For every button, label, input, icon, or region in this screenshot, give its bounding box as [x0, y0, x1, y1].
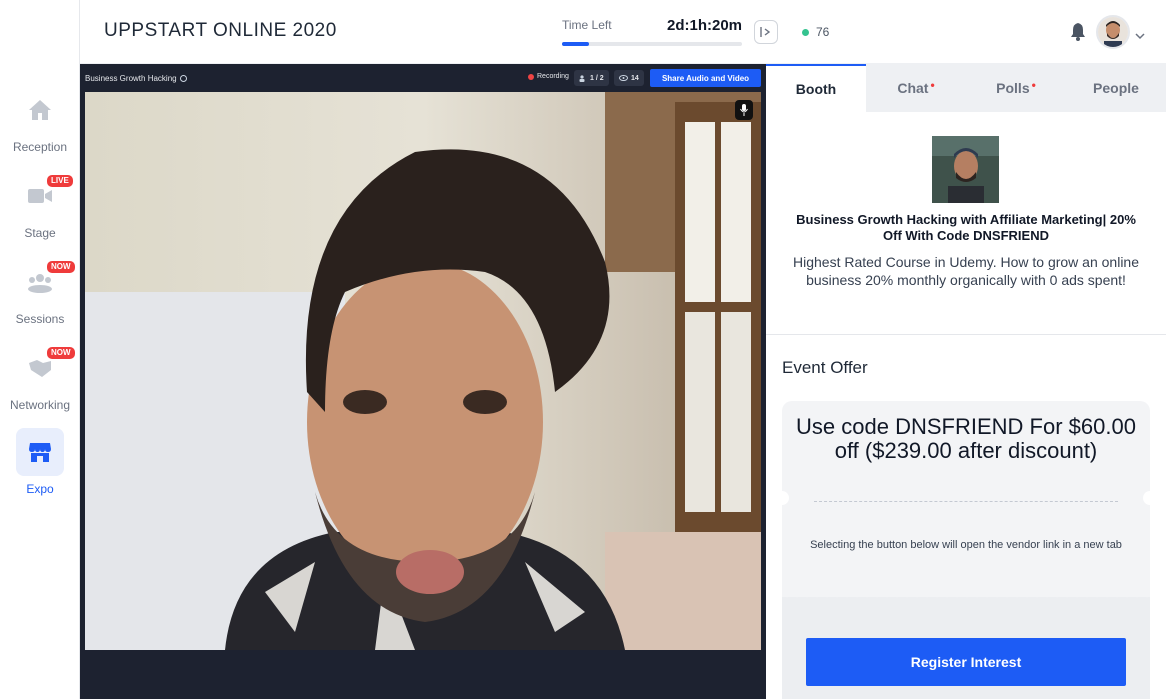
online-count: 76	[802, 25, 829, 39]
top-header: UPPSTART ONLINE 2020 Time Left 2d:1h:20m…	[80, 0, 1166, 64]
live-badge: LIVE	[46, 174, 74, 188]
tab-polls[interactable]: Polls •	[966, 64, 1066, 112]
collapse-arrow-icon	[760, 27, 771, 37]
nav-item-networking[interactable]: NOW Networking	[0, 344, 80, 412]
speaker-video	[85, 92, 761, 650]
unread-dot-icon: •	[1031, 78, 1036, 92]
booth-logo-image	[932, 136, 999, 203]
user-avatar[interactable]	[1096, 15, 1130, 49]
time-progress-bar	[562, 42, 742, 46]
recording-label: Recording	[537, 73, 569, 80]
section-divider	[766, 334, 1166, 335]
offer-note: Selecting the button below will open the…	[810, 539, 1122, 551]
offer-ticket: Use code DNSFRIEND For $60.00 off ($239.…	[775, 401, 1157, 699]
info-icon[interactable]	[179, 75, 187, 82]
stage-video-area: Business Growth Hacking Recording 1 / 2 …	[80, 64, 766, 699]
nav-item-stage[interactable]: LIVE Stage	[0, 172, 80, 240]
collapse-panel-button[interactable]	[754, 20, 778, 44]
speakers-count: 1 / 2	[590, 74, 604, 82]
ticket-dashed-line	[814, 501, 1118, 502]
session-name: Business Growth Hacking	[85, 74, 187, 83]
chevron-down-icon[interactable]	[1135, 27, 1145, 45]
register-interest-button[interactable]: Register Interest	[806, 638, 1126, 686]
microphone-icon[interactable]	[735, 100, 753, 120]
speakers-count-chip: 1 / 2	[574, 70, 609, 86]
unread-dot-icon: •	[930, 78, 935, 92]
tab-booth[interactable]: Booth	[766, 64, 866, 112]
people-icon	[579, 74, 585, 82]
viewers-count: 14	[631, 74, 639, 82]
nav-item-reception[interactable]: Reception	[0, 86, 80, 154]
share-audio-video-button[interactable]: Share Audio and Video	[650, 69, 761, 87]
tab-chat-label: Chat	[897, 80, 929, 96]
now-badge: NOW	[46, 260, 76, 274]
nav-label-reception: Reception	[12, 140, 68, 154]
tab-booth-label: Booth	[795, 81, 837, 97]
online-count-value: 76	[816, 25, 830, 39]
panel-tabs: Booth Chat • Polls • People	[766, 64, 1166, 112]
video-camera-icon: LIVE	[16, 172, 74, 220]
nav-label-networking: Networking	[9, 398, 71, 412]
handshake-icon: NOW	[16, 344, 76, 392]
recording-dot-icon	[528, 73, 534, 80]
online-status-dot	[802, 28, 809, 36]
ticket-notch-right	[1143, 491, 1157, 505]
time-progress-fill	[562, 42, 589, 46]
nav-label-sessions: Sessions	[15, 312, 65, 326]
ticket-scalloped-edge	[782, 593, 1150, 601]
event-title: UPPSTART ONLINE 2020	[104, 20, 337, 41]
tab-chat[interactable]: Chat •	[866, 64, 966, 112]
ticket-notch-left	[775, 491, 789, 505]
home-icon	[16, 86, 64, 134]
video-toolbar: Business Growth Hacking Recording 1 / 2 …	[80, 64, 766, 92]
recording-indicator: Recording	[528, 73, 569, 80]
nav-item-expo[interactable]: Expo	[0, 428, 80, 496]
nav-item-sessions[interactable]: NOW Sessions	[0, 258, 80, 326]
tab-polls-label: Polls	[996, 80, 1030, 96]
booth-title: Business Growth Hacking with Affiliate M…	[796, 212, 1136, 243]
booth-panel: Booth Chat • Polls • People Business Growt…	[766, 64, 1166, 699]
tab-people-label: People	[1093, 80, 1139, 96]
speaker-video-image	[85, 92, 761, 650]
booth-description: Highest Rated Course in Udemy. How to gr…	[792, 254, 1140, 288]
time-left-value: 2d:1h:20m	[667, 17, 743, 34]
event-offer-heading: Event Offer	[782, 358, 868, 377]
left-navigation: Reception LIVE Stage NOW Sessions NOW Ne…	[0, 0, 80, 699]
offer-headline: Use code DNSFRIEND For $60.00 off ($239.…	[796, 414, 1136, 463]
offer-ticket-top: Use code DNSFRIEND For $60.00 off ($239.…	[782, 401, 1150, 503]
tab-people[interactable]: People	[1066, 64, 1166, 112]
nav-label-stage: Stage	[24, 226, 56, 240]
now-badge: NOW	[46, 346, 76, 360]
people-group-icon: NOW	[16, 258, 76, 306]
nav-label-expo: Expo	[26, 482, 54, 496]
viewers-count-chip: 14	[614, 70, 644, 86]
time-left-label: Time Left	[562, 18, 612, 32]
eye-icon	[619, 75, 628, 81]
session-name-text: Business Growth Hacking	[85, 74, 177, 83]
bell-icon[interactable]	[1069, 22, 1087, 46]
storefront-icon	[16, 428, 64, 476]
